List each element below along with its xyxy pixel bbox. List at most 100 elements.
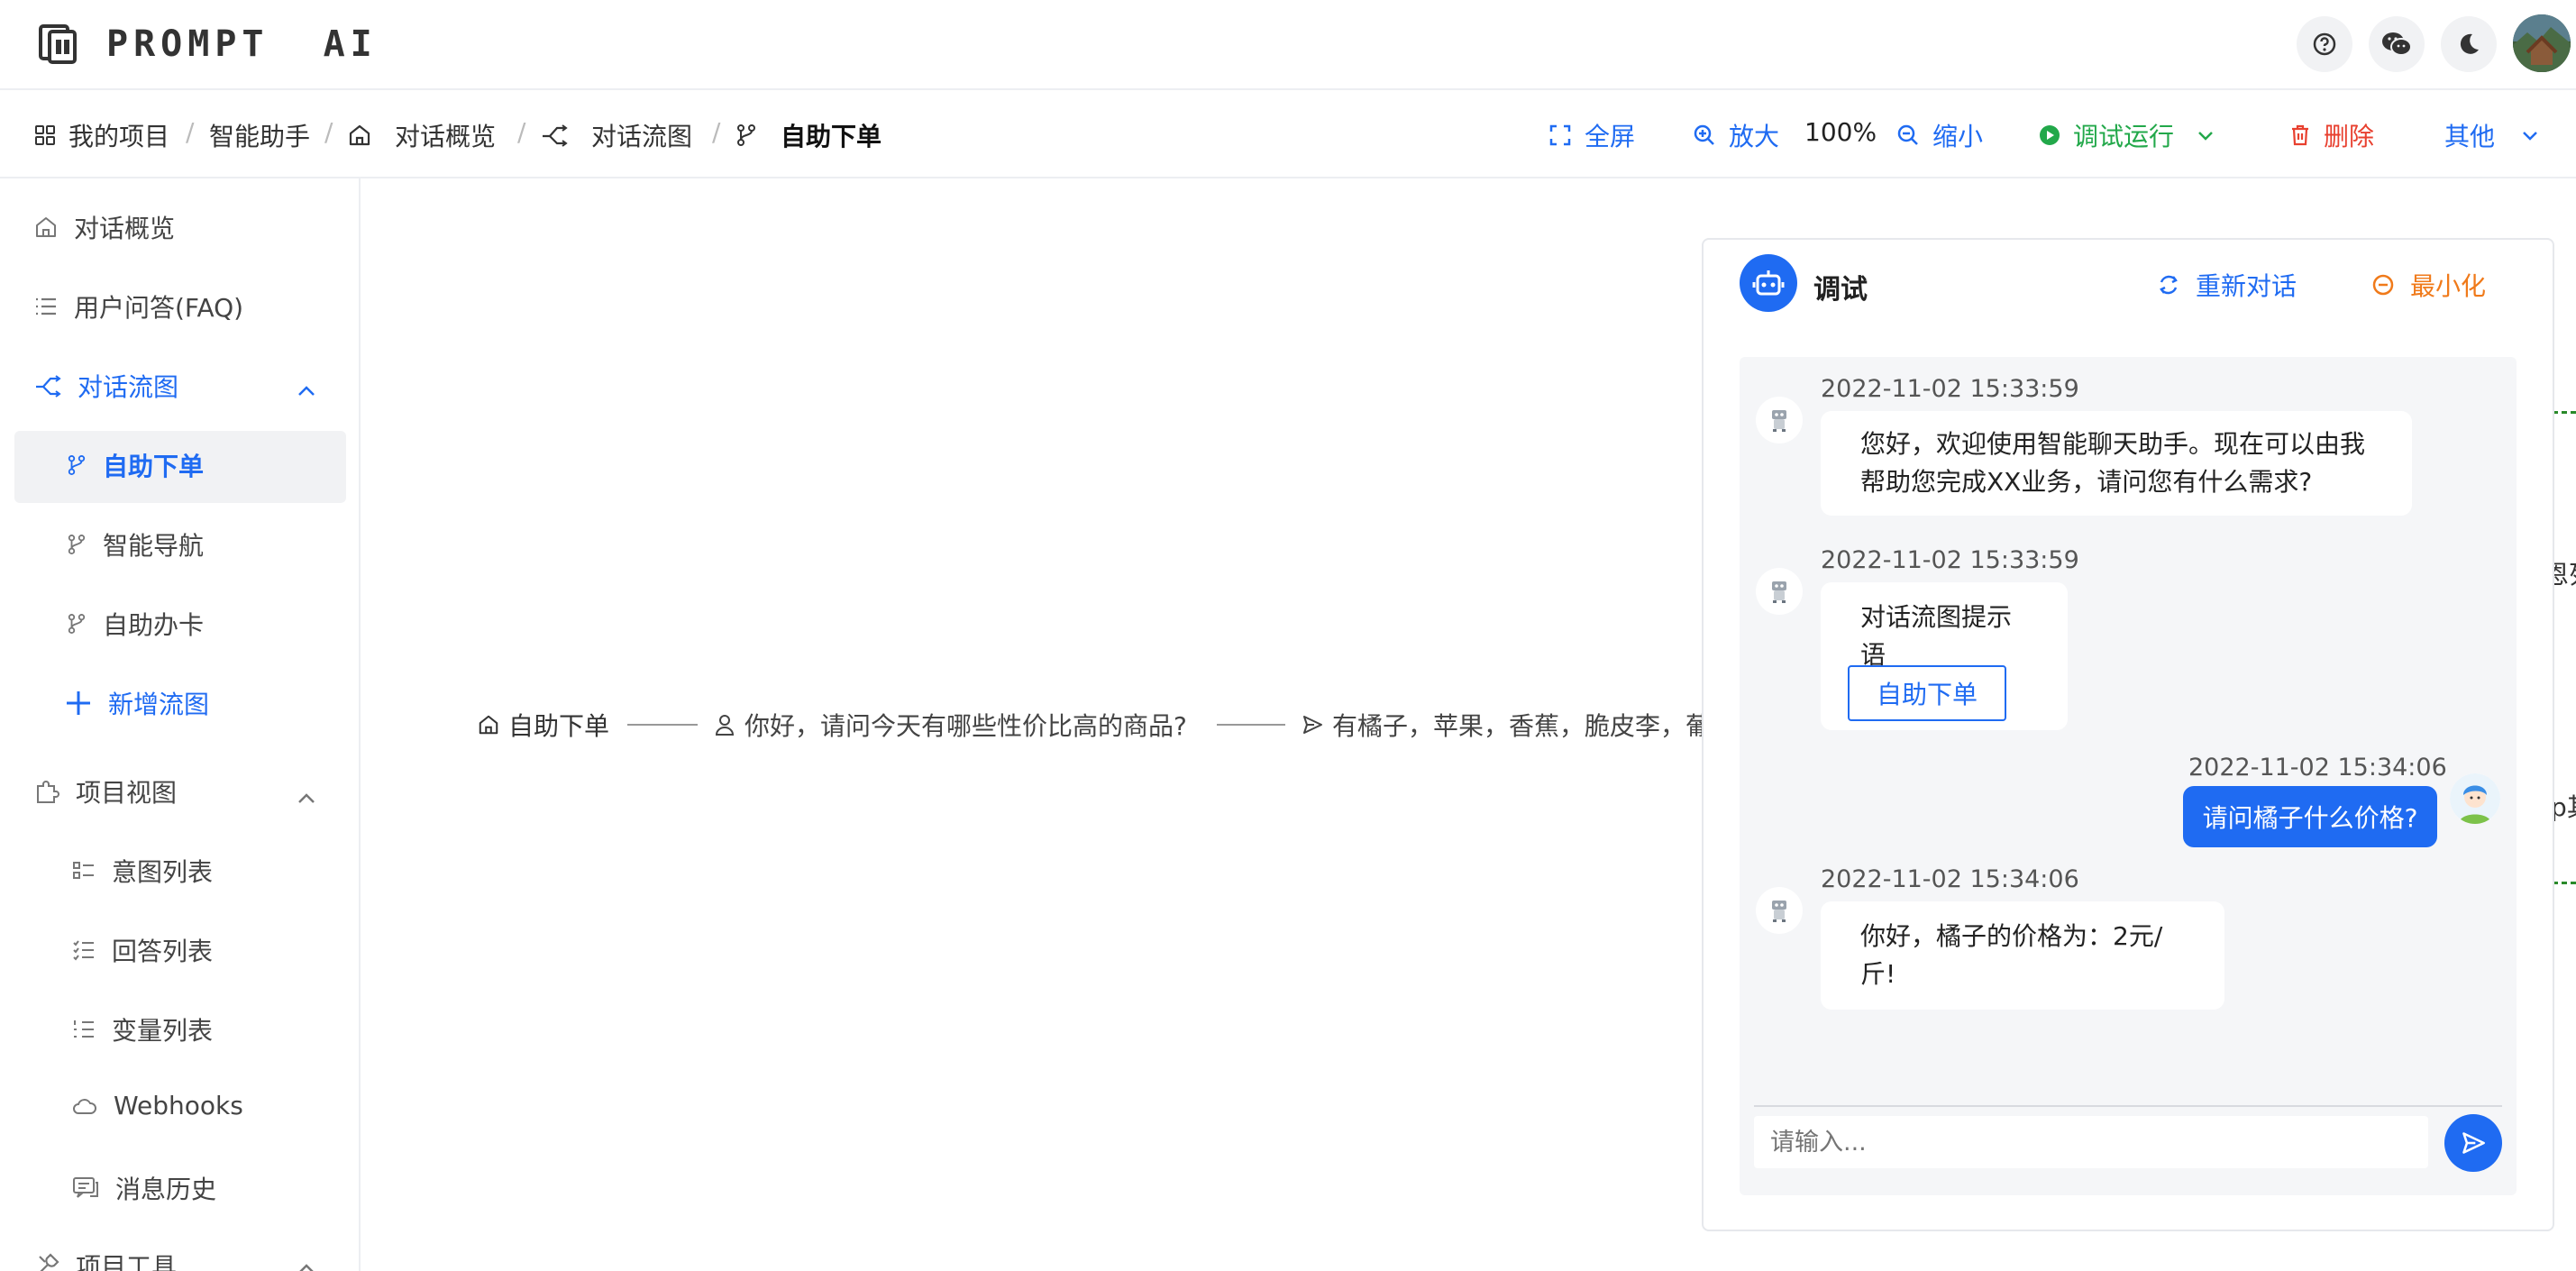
minus-circle-icon — [2372, 274, 2394, 296]
sidebar-section-label: 对话流图 — [78, 372, 179, 402]
sidebar-section-label: 项目工具 — [76, 1252, 178, 1271]
add-flow-label: 新增流图 — [108, 690, 210, 719]
message-text: 您好，欢迎使用智能聊天助手。现在可以由我 — [1860, 429, 2366, 459]
list-icon — [36, 297, 56, 315]
chat-area[interactable]: 2022-11-02 15:33:59 您好，欢迎使用智能聊天助手。现在可以由我… — [1740, 357, 2517, 1195]
debug-run-button[interactable]: 调试运行 — [2039, 117, 2217, 153]
delete-label: 删除 — [2324, 122, 2375, 151]
sidebar: 对话概览 用户问答(FAQ) 对话流图 自助下单 智能导航 自助办卡 新增流图 … — [0, 178, 361, 1271]
debug-title: 调试 — [1813, 274, 1868, 306]
help-button[interactable] — [2297, 16, 2352, 72]
sidebar-item-history[interactable]: 消息历史 — [72, 1170, 216, 1206]
home-icon — [479, 715, 498, 735]
sidebar-item-answers[interactable]: 回答列表 — [72, 932, 213, 968]
breadcrumb-flow[interactable]: 对话流图 — [541, 117, 692, 153]
sidebar-item-flow-2[interactable]: 自助办卡 — [67, 606, 204, 642]
breadcrumb-assistant[interactable]: 智能助手 — [209, 117, 310, 153]
flow-node-label: 自助下单 — [508, 711, 610, 741]
fullscreen-button[interactable]: 全屏 — [1548, 117, 1635, 153]
delete-button[interactable]: 删除 — [2289, 117, 2374, 153]
zoom-in-button[interactable]: 放大 — [1693, 117, 1779, 153]
restart-chat-button[interactable]: 重新对话 — [2158, 267, 2297, 303]
chat-input[interactable] — [1754, 1116, 2428, 1168]
sidebar-section-tools[interactable]: 项目工具 — [34, 1248, 177, 1271]
sidebar-item-label: 变量列表 — [112, 1016, 214, 1046]
send-button[interactable] — [2444, 1114, 2502, 1172]
sidebar-item-intents[interactable]: 意图列表 — [72, 853, 213, 889]
zoom-in-label: 放大 — [1729, 122, 1780, 151]
sidebar-item-variables[interactable]: 变量列表 — [72, 1011, 213, 1047]
sidebar-item-flow-0[interactable]: 自助下单 — [67, 447, 204, 483]
message-text: 对话流图提示语 — [1860, 602, 2013, 670]
user-chat-avatar — [2450, 773, 2500, 824]
branch-icon — [737, 124, 755, 146]
branch-icon — [68, 614, 86, 634]
add-flow-button[interactable]: 新增流图 — [65, 685, 209, 721]
send-icon — [1303, 716, 1322, 734]
flow-icon — [36, 375, 61, 398]
branch-icon — [68, 454, 86, 475]
wechat-icon — [2382, 32, 2412, 56]
grid-icon — [35, 125, 55, 145]
chevron-up-icon[interactable] — [294, 786, 319, 811]
zoom-out-button[interactable]: 缩小 — [1896, 117, 1983, 153]
bot-message: 你好，橘子的价格为：2元/斤! — [1821, 901, 2224, 1010]
breadcrumb-separator: / — [324, 117, 333, 147]
breadcrumb-current: 自助下单 — [735, 117, 882, 153]
wechat-button[interactable] — [2369, 16, 2425, 72]
robot-icon — [1752, 270, 1785, 296]
breadcrumb-label: 自助下单 — [781, 122, 882, 151]
flow-node-start[interactable]: 自助下单 — [478, 707, 609, 743]
sidebar-section-flow[interactable]: 对话流图 — [34, 368, 178, 404]
more-menu-button[interactable]: 其他 — [2444, 117, 2542, 153]
robot-icon — [1772, 901, 1786, 922]
puzzle-icon — [37, 781, 59, 803]
breadcrumb-separator: / — [517, 117, 526, 147]
breadcrumb-my-projects[interactable]: 我的项目 — [34, 117, 169, 153]
fullscreen-icon — [1549, 124, 1571, 146]
breadcrumb-bar: 我的项目 / 智能助手 / 对话概览 / 对话流图 / 自助下单 全屏 放大 1… — [0, 90, 2576, 178]
sidebar-item-webhooks[interactable]: Webhooks — [72, 1091, 243, 1120]
bot-avatar — [1756, 887, 1803, 934]
top-header: PROMPT AI — [0, 0, 2576, 90]
chevron-up-icon[interactable] — [294, 1257, 319, 1271]
quick-reply-button[interactable]: 自助下单 — [1848, 665, 2006, 721]
flow-connector — [1217, 724, 1285, 726]
breadcrumb-label: 对话流图 — [591, 122, 693, 151]
breadcrumb-separator: / — [712, 117, 721, 147]
chevron-down-icon — [2523, 132, 2537, 141]
theme-toggle-button[interactable] — [2441, 16, 2497, 72]
user-avatar[interactable] — [2513, 14, 2571, 72]
logo[interactable]: PROMPT AI — [38, 23, 378, 65]
sidebar-item-overview[interactable]: 对话概览 — [34, 209, 175, 245]
breadcrumb-label: 对话概览 — [395, 122, 497, 151]
refresh-icon — [2160, 275, 2178, 295]
minimize-button[interactable]: 最小化 — [2372, 267, 2486, 303]
flow-icon — [543, 124, 568, 147]
zoom-in-icon — [1694, 124, 1714, 145]
flow-node-reply[interactable]: 有橘子，苹果，香蕉，脆皮李，葡 — [1302, 707, 1711, 743]
question-circle-icon — [2313, 32, 2336, 56]
robot-icon — [1772, 581, 1786, 603]
sidebar-item-label: 用户问答(FAQ) — [74, 293, 244, 323]
chevron-up-icon[interactable] — [294, 379, 319, 404]
sidebar-item-flow-1[interactable]: 智能导航 — [67, 526, 204, 562]
sidebar-item-label: 回答列表 — [112, 937, 214, 966]
sidebar-item-label: 意图列表 — [112, 857, 214, 887]
home-icon — [349, 124, 370, 146]
cloud-icon — [73, 1098, 96, 1114]
flow-node-user[interactable]: 你好，请问今天有哪些性价比高的商品? — [714, 707, 1187, 743]
bot-message: 您好，欢迎使用智能聊天助手。现在可以由我 帮助您完成XX业务，请问您有什么需求? — [1821, 411, 2412, 516]
sidebar-item-faq[interactable]: 用户问答(FAQ) — [34, 288, 243, 325]
breadcrumb-label: 智能助手 — [209, 122, 311, 151]
robot-avatar — [1740, 254, 1797, 312]
bot-avatar — [1756, 397, 1803, 443]
zoom-level: 100% — [1804, 117, 1877, 147]
zoom-out-icon — [1897, 124, 1918, 145]
user-icon — [715, 715, 735, 736]
breadcrumb-overview[interactable]: 对话概览 — [348, 117, 496, 153]
chevron-down-icon — [2198, 132, 2213, 141]
breadcrumb-label: 我的项目 — [69, 122, 170, 151]
sidebar-section-view[interactable]: 项目视图 — [34, 773, 177, 809]
app-name: PROMPT AI — [106, 23, 378, 65]
